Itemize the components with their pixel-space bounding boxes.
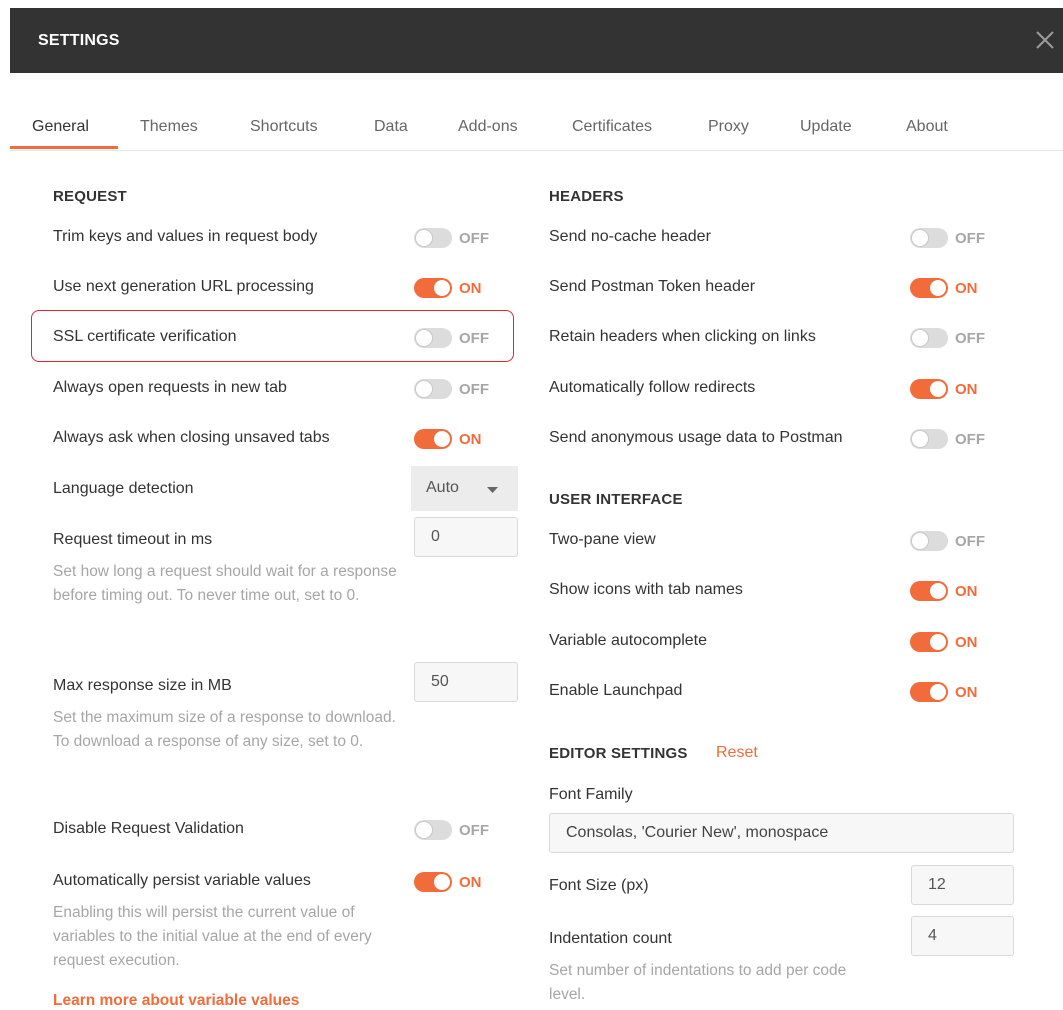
- settings-title: SETTINGS: [38, 32, 120, 49]
- tab-certificates[interactable]: Certificates: [572, 118, 652, 136]
- font-size-input[interactable]: 12: [911, 865, 1014, 905]
- two-pane-label: Two-pane view: [549, 531, 656, 548]
- ask-closing-label: Always ask when closing unsaved tabs: [53, 429, 330, 446]
- editor-settings-heading: EDITOR SETTINGS: [549, 745, 688, 762]
- retain-headers-label: Retain headers when clicking on links: [549, 328, 816, 345]
- font-family-input[interactable]: Consolas, 'Courier New', monospace: [549, 813, 1014, 853]
- usage-data-label: Send anonymous usage data to Postman: [549, 429, 843, 446]
- tab-themes[interactable]: Themes: [140, 118, 198, 136]
- follow-redirects-toggle[interactable]: ON: [910, 378, 978, 400]
- timeout-label: Request timeout in ms: [53, 531, 213, 548]
- tab-shortcuts[interactable]: Shortcuts: [250, 118, 318, 136]
- persist-variables-toggle[interactable]: ON: [414, 871, 482, 893]
- language-detection-label: Language detection: [53, 480, 194, 497]
- font-size-label: Font Size (px): [549, 877, 649, 894]
- tab-general[interactable]: General: [32, 118, 89, 136]
- open-new-tab-label: Always open requests in new tab: [53, 379, 287, 396]
- settings-titlebar: SETTINGS: [10, 8, 1063, 73]
- postman-token-toggle[interactable]: ON: [910, 277, 978, 299]
- indentation-help: Set number of indentations to add per co…: [549, 962, 847, 1003]
- usage-data-toggle[interactable]: OFF: [910, 428, 985, 450]
- max-response-label: Max response size in MB: [53, 677, 232, 694]
- no-cache-toggle[interactable]: OFF: [910, 227, 985, 249]
- max-response-help: Set the maximum size of a response to do…: [53, 709, 396, 750]
- font-family-label: Font Family: [549, 786, 633, 803]
- timeout-input[interactable]: 0: [414, 517, 518, 557]
- trim-keys-label: Trim keys and values in request body: [53, 228, 318, 245]
- close-icon[interactable]: [1034, 29, 1056, 51]
- retain-headers-toggle[interactable]: OFF: [910, 327, 985, 349]
- settings-tabs: General Themes Shortcuts Data Add-ons Ce…: [10, 100, 1063, 151]
- ask-closing-toggle[interactable]: ON: [414, 428, 482, 450]
- disable-validation-toggle[interactable]: OFF: [414, 819, 489, 841]
- tab-about[interactable]: About: [906, 118, 948, 136]
- persist-variables-help: Enabling this will persist the current v…: [53, 904, 372, 969]
- tab-icons-label: Show icons with tab names: [549, 581, 743, 598]
- disable-validation-label: Disable Request Validation: [53, 820, 244, 837]
- variable-autocomplete-label: Variable autocomplete: [549, 632, 708, 649]
- open-new-tab-toggle[interactable]: OFF: [414, 378, 489, 400]
- indentation-label: Indentation count: [549, 930, 672, 947]
- persist-variables-label: Automatically persist variable values: [53, 872, 311, 889]
- next-gen-url-label: Use next generation URL processing: [53, 278, 314, 295]
- next-gen-url-toggle[interactable]: ON: [414, 277, 482, 299]
- variable-autocomplete-toggle[interactable]: ON: [910, 631, 978, 653]
- ssl-verification-label: SSL certificate verification: [53, 328, 237, 345]
- editor-reset-link[interactable]: Reset: [716, 744, 758, 762]
- tab-icons-toggle[interactable]: ON: [910, 580, 978, 602]
- ssl-verification-toggle[interactable]: OFF: [414, 327, 489, 349]
- two-pane-toggle[interactable]: OFF: [910, 530, 985, 552]
- active-tab-indicator: [10, 146, 118, 149]
- caret-down-icon: [487, 487, 498, 493]
- user-interface-heading: USER INTERFACE: [549, 491, 683, 508]
- launchpad-toggle[interactable]: ON: [910, 681, 978, 703]
- trim-keys-toggle[interactable]: OFF: [414, 227, 489, 249]
- tab-add-ons[interactable]: Add-ons: [458, 118, 518, 136]
- no-cache-label: Send no-cache header: [549, 228, 711, 245]
- max-response-input[interactable]: 50: [414, 662, 518, 702]
- launchpad-label: Enable Launchpad: [549, 682, 683, 699]
- timeout-help: Set how long a request should wait for a…: [53, 563, 397, 604]
- variable-values-link[interactable]: Learn more about variable values: [53, 992, 299, 1010]
- language-detection-value: Auto: [426, 479, 459, 496]
- tab-update[interactable]: Update: [800, 118, 852, 136]
- tab-data[interactable]: Data: [374, 118, 408, 136]
- language-detection-select[interactable]: Auto: [411, 466, 518, 511]
- indentation-input[interactable]: 4: [911, 916, 1014, 956]
- headers-heading: HEADERS: [549, 188, 624, 205]
- request-heading: REQUEST: [53, 188, 127, 205]
- follow-redirects-label: Automatically follow redirects: [549, 379, 756, 396]
- tab-proxy[interactable]: Proxy: [708, 118, 749, 136]
- postman-token-label: Send Postman Token header: [549, 278, 756, 295]
